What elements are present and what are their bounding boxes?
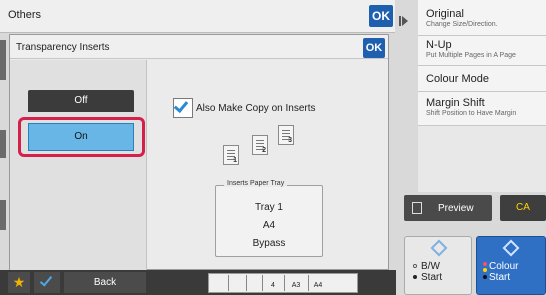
inactive-dot-icon: [413, 264, 417, 268]
start-diamond-icon: [430, 239, 448, 257]
side-item-n-up[interactable]: N-Up Put Multiple Pages in A Page: [418, 36, 546, 66]
black-dot-icon: [483, 275, 487, 279]
tray-source: Bypass: [252, 238, 286, 249]
transparency-inserts-dialog: Transparency Inserts OK Off On Also Make…: [9, 34, 389, 270]
tray-paper-size: A4: [262, 220, 276, 231]
checkmark-icon: [39, 273, 53, 287]
colour-start-button[interactable]: Colour Start: [476, 236, 546, 295]
left-edge-tab: [0, 200, 6, 230]
start-diamond-icon: [502, 239, 520, 257]
side-item-sublabel: Shift Position to Have Margin: [426, 110, 517, 117]
side-item-label: Original: [426, 8, 464, 20]
side-item-label: N-Up: [426, 39, 452, 51]
side-item-margin-shift[interactable]: Margin Shift Shift Position to Have Marg…: [418, 92, 546, 126]
favorite-star-icon[interactable]: ★: [8, 272, 30, 293]
left-edge-tab: [0, 40, 6, 80]
tray-strip-cell: A3: [291, 282, 301, 289]
checkmark-button[interactable]: [34, 272, 60, 293]
colour-line2: Start: [489, 272, 511, 283]
dialog-header: Transparency Inserts: [10, 35, 388, 59]
preview-button[interactable]: Preview: [404, 195, 492, 221]
side-item-sublabel: Change Size/Direction.: [426, 21, 498, 28]
clear-all-button[interactable]: CA: [500, 195, 546, 221]
others-title: Others: [8, 9, 42, 21]
bw-line1: B/W: [421, 261, 440, 272]
copy-settings-screen: Others OK Original Change Size/Direction…: [0, 0, 546, 295]
sheet-3-icon: 3: [278, 125, 294, 145]
dialog-title: Transparency Inserts: [16, 42, 110, 53]
side-item-sublabel: Put Multiple Pages in A Page: [426, 52, 516, 59]
side-item-label: Margin Shift: [426, 97, 485, 109]
sheet-2-icon: 2: [252, 135, 268, 155]
checkmark-icon: [173, 97, 189, 114]
also-make-copy-label: Also Make Copy on Inserts: [196, 103, 316, 114]
side-panel-empty-area: [418, 126, 546, 192]
also-make-copy-checkbox[interactable]: [173, 97, 193, 118]
side-item-colour-mode[interactable]: Colour Mode: [418, 66, 546, 92]
on-button[interactable]: On: [28, 123, 134, 151]
side-item-label: Colour Mode: [426, 73, 489, 85]
preview-label: Preview: [438, 203, 474, 214]
yellow-dot-icon: [483, 268, 487, 272]
play-arrow-icon[interactable]: [402, 16, 408, 26]
colour-start-label: Colour Start: [489, 261, 518, 283]
tray-caption: Inserts Paper Tray: [224, 180, 288, 187]
side-item-original[interactable]: Original Change Size/Direction.: [418, 0, 546, 36]
tray-name: Tray 1: [255, 202, 283, 213]
colour-line1: Colour: [489, 261, 519, 272]
dialog-ok-button[interactable]: OK: [363, 38, 385, 58]
tray-strip-cell: A4: [313, 282, 323, 289]
bw-start-button[interactable]: B/W Start: [404, 236, 472, 295]
back-button[interactable]: Back: [64, 272, 146, 293]
left-edge-tab: [0, 130, 6, 158]
play-arrow-icon-bar: [399, 16, 401, 26]
divider: [246, 275, 247, 291]
magenta-dot-icon: [483, 262, 487, 266]
bw-start-label: B/W Start: [421, 261, 442, 283]
preview-icon: [412, 202, 422, 214]
tray-strip-cell: 4: [271, 282, 275, 289]
divider: [228, 275, 229, 291]
others-header: Others: [0, 0, 395, 33]
active-dot-icon: [413, 275, 417, 279]
others-ok-button[interactable]: OK: [369, 5, 393, 27]
off-button[interactable]: Off: [28, 90, 134, 112]
bw-line2: Start: [421, 272, 443, 283]
sheet-1-icon: 1: [223, 145, 239, 165]
